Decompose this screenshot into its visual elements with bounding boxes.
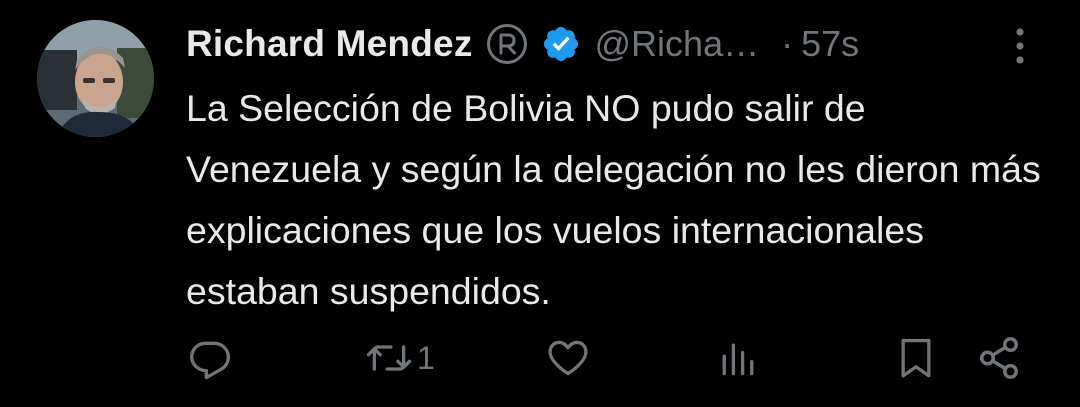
retweet-count: 1 <box>417 339 435 376</box>
views-button[interactable] <box>716 330 760 386</box>
tweet-timestamp[interactable]: 57s <box>801 23 859 65</box>
bookmark-icon <box>901 338 931 378</box>
reply-button[interactable] <box>188 330 232 386</box>
tweet-text: La Selección de Bolivia NO pudo salir de… <box>186 87 1041 312</box>
heart-icon <box>548 340 588 376</box>
share-button[interactable] <box>976 330 1022 386</box>
views-chart-icon <box>722 343 754 376</box>
tweet-header: Richard Mendez @Richa… · 57s <box>186 18 1056 70</box>
registered-trademark-icon <box>485 22 529 66</box>
verified-badge-icon[interactable] <box>541 24 581 64</box>
reply-icon <box>190 341 230 380</box>
bookmark-button[interactable] <box>894 330 938 386</box>
more-vertical-icon[interactable] <box>1005 24 1035 68</box>
tweet[interactable]: Richard Mendez @Richa… · 57s La Selecció… <box>0 0 1080 407</box>
retweet-icon <box>366 345 412 371</box>
author-display-name[interactable]: Richard Mendez <box>186 23 473 65</box>
like-button[interactable] <box>546 330 590 386</box>
author-handle[interactable]: @Richa… <box>595 23 760 65</box>
separator-dot: · <box>781 23 794 64</box>
avatar[interactable] <box>37 20 154 137</box>
retweet-button[interactable]: 1 <box>365 330 435 386</box>
share-icon <box>980 337 1018 379</box>
avatar-image <box>37 20 154 137</box>
tweet-actions: 1 <box>0 330 1080 390</box>
